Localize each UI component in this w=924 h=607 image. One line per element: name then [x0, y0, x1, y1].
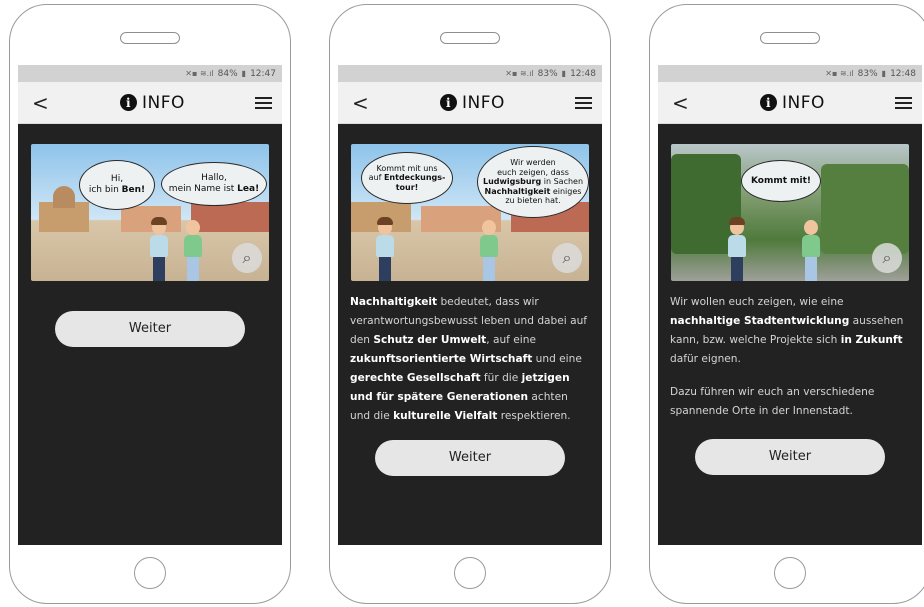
status-icons: ✕▪ ≋.ıl	[185, 69, 214, 78]
speech-bubble-lea: Wir werden euch zeigen, dass Ludwigsburg i…	[477, 146, 589, 218]
page-title: i INFO	[440, 93, 505, 113]
phone-screen: ✕▪ ≋.ıl 84% ▮ 12:47 < i INFO Hi, ich bin …	[18, 65, 282, 545]
magnifier-icon[interactable]: ⌕	[552, 243, 582, 273]
illustration-image[interactable]: Kommt mit! ⌕	[671, 144, 909, 281]
description-text-2: Dazu führen wir euch an verschiedene spa…	[670, 386, 875, 417]
info-icon: i	[120, 94, 138, 111]
battery-percent: 84%	[217, 68, 238, 79]
phone-3: ✕▪ ≋.ıl 83% ▮ 12:48 < i INFO Kommt mit!	[649, 4, 924, 604]
speaker-slot	[440, 32, 500, 44]
character-ben	[375, 217, 395, 281]
app-bar: < i INFO	[18, 82, 282, 124]
status-time: 12:47	[250, 68, 276, 79]
back-button[interactable]: <	[32, 91, 50, 115]
battery-icon: ▮	[561, 69, 567, 78]
hamburger-menu-icon[interactable]	[894, 96, 912, 109]
page-title: i INFO	[120, 93, 185, 113]
text-run: kulturelle Vielfalt	[393, 410, 498, 422]
status-icons: ✕▪ ≋.ıl	[505, 69, 534, 78]
weiter-button[interactable]: Weiter	[375, 440, 565, 476]
character-lea	[479, 217, 499, 281]
app-bar: < i INFO	[658, 82, 922, 124]
text-run: Wir wollen euch zeigen, wie eine	[670, 296, 844, 308]
home-button[interactable]	[454, 557, 486, 589]
text-run: für die	[480, 372, 522, 384]
phone-screen: ✕▪ ≋.ıl 83% ▮ 12:48 < i INFO Kommt mit u…	[338, 65, 602, 545]
text-run: , auf eine	[486, 334, 536, 346]
status-time: 12:48	[890, 68, 916, 79]
page-title: i INFO	[760, 93, 825, 113]
weiter-button[interactable]: Weiter	[695, 439, 885, 475]
page-title-text: INFO	[462, 92, 505, 113]
hamburger-menu-icon[interactable]	[574, 96, 592, 109]
page-title-text: INFO	[782, 92, 825, 113]
status-bar: ✕▪ ≋.ıl 83% ▮ 12:48	[338, 65, 602, 82]
illustration-image[interactable]: Hi, ich bin Ben! Hallo, mein Name ist Lea!…	[31, 144, 269, 281]
text-run: zukunftsorientierte Wirtschaft	[350, 353, 533, 365]
text-run: Schutz der Umwelt	[373, 334, 487, 346]
battery-percent: 83%	[537, 68, 558, 79]
speaker-slot	[760, 32, 820, 44]
speaker-slot	[120, 32, 180, 44]
phone-1: ✕▪ ≋.ıl 84% ▮ 12:47 < i INFO Hi, ich bin …	[9, 4, 291, 604]
text-run: und eine	[532, 353, 582, 365]
phone-screen: ✕▪ ≋.ıl 83% ▮ 12:48 < i INFO Kommt mit!	[658, 65, 922, 545]
back-button[interactable]: <	[352, 91, 370, 115]
magnifier-icon[interactable]: ⌕	[872, 243, 902, 273]
status-icons: ✕▪ ≋.ıl	[825, 69, 854, 78]
green-wall-right	[821, 164, 909, 254]
speech-bubble-ben: Hi, ich bin Ben!	[79, 160, 155, 210]
description-text: Nachhaltigkeit bedeutet, dass wir verant…	[338, 293, 602, 426]
battery-icon: ▮	[241, 69, 247, 78]
status-time: 12:48	[570, 68, 596, 79]
character-ben	[727, 217, 747, 281]
text-run: Nachhaltigkeit	[350, 296, 438, 308]
page-title-text: INFO	[142, 92, 185, 113]
text-run: respektieren.	[497, 410, 571, 422]
character-lea	[801, 217, 821, 281]
speech-bubble-ben: Kommt mit uns auf Entdeckungs-tour!	[361, 152, 453, 204]
status-bar: ✕▪ ≋.ıl 83% ▮ 12:48	[658, 65, 922, 82]
speech-bubble: Kommt mit!	[741, 160, 821, 202]
text-run: in Zukunft	[840, 334, 903, 346]
home-button[interactable]	[134, 557, 166, 589]
weiter-button[interactable]: Weiter	[55, 311, 245, 347]
church-dome	[53, 186, 75, 208]
info-icon: i	[760, 94, 778, 111]
character-lea	[183, 217, 203, 281]
battery-percent: 83%	[857, 68, 878, 79]
phone-2: ✕▪ ≋.ıl 83% ▮ 12:48 < i INFO Kommt mit u…	[329, 4, 611, 604]
character-ben	[149, 217, 169, 281]
text-run: dafür eignen.	[670, 353, 741, 365]
back-button[interactable]: <	[672, 91, 690, 115]
home-button[interactable]	[774, 557, 806, 589]
text-run: gerechte Gesellschaft	[350, 372, 481, 384]
text-run: nachhaltige Stadtentwicklung	[670, 315, 850, 327]
status-bar: ✕▪ ≋.ıl 84% ▮ 12:47	[18, 65, 282, 82]
hamburger-menu-icon[interactable]	[254, 96, 272, 109]
illustration-image[interactable]: Kommt mit uns auf Entdeckungs-tour! Wir w…	[351, 144, 589, 281]
magnifier-icon[interactable]: ⌕	[232, 243, 262, 273]
description-text: Wir wollen euch zeigen, wie eine nachhal…	[658, 293, 922, 369]
battery-icon: ▮	[881, 69, 887, 78]
speech-bubble-lea: Hallo, mein Name ist Lea!	[161, 162, 267, 206]
info-icon: i	[440, 94, 458, 111]
app-bar: < i INFO	[338, 82, 602, 124]
